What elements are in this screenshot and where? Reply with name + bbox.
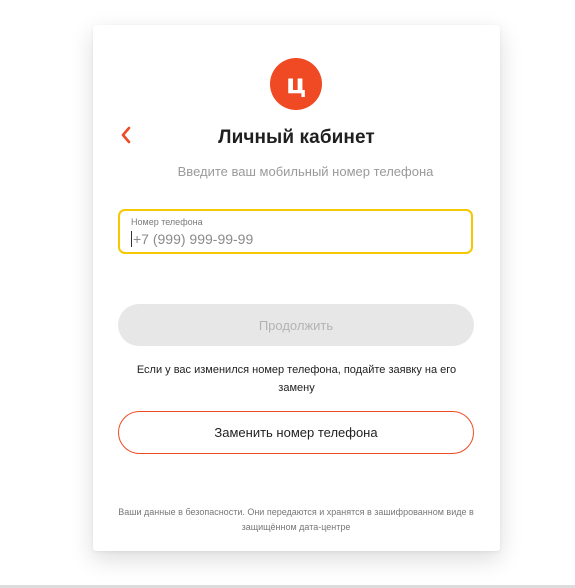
phone-field-label: Номер телефона [131,217,203,227]
replace-phone-button[interactable]: Заменить номер телефона [118,411,474,454]
page-title: Личный кабинет [218,127,375,148]
page-subtitle: Введите ваш мобильный номер телефона [177,164,434,179]
login-card: ц Личный кабинет Введите ваш мобильный н… [93,25,500,551]
change-phone-note: Если у вас изменился номер телефона, под… [136,364,457,394]
security-note: Ваши данные в безопасности. Они передают… [118,507,474,532]
brand-logo: ц [270,58,322,110]
continue-button[interactable]: Продолжить [118,304,474,346]
phone-field[interactable]: Номер телефона [118,209,473,254]
phone-input[interactable] [131,231,463,247]
brand-logo-letter: ц [285,68,306,100]
